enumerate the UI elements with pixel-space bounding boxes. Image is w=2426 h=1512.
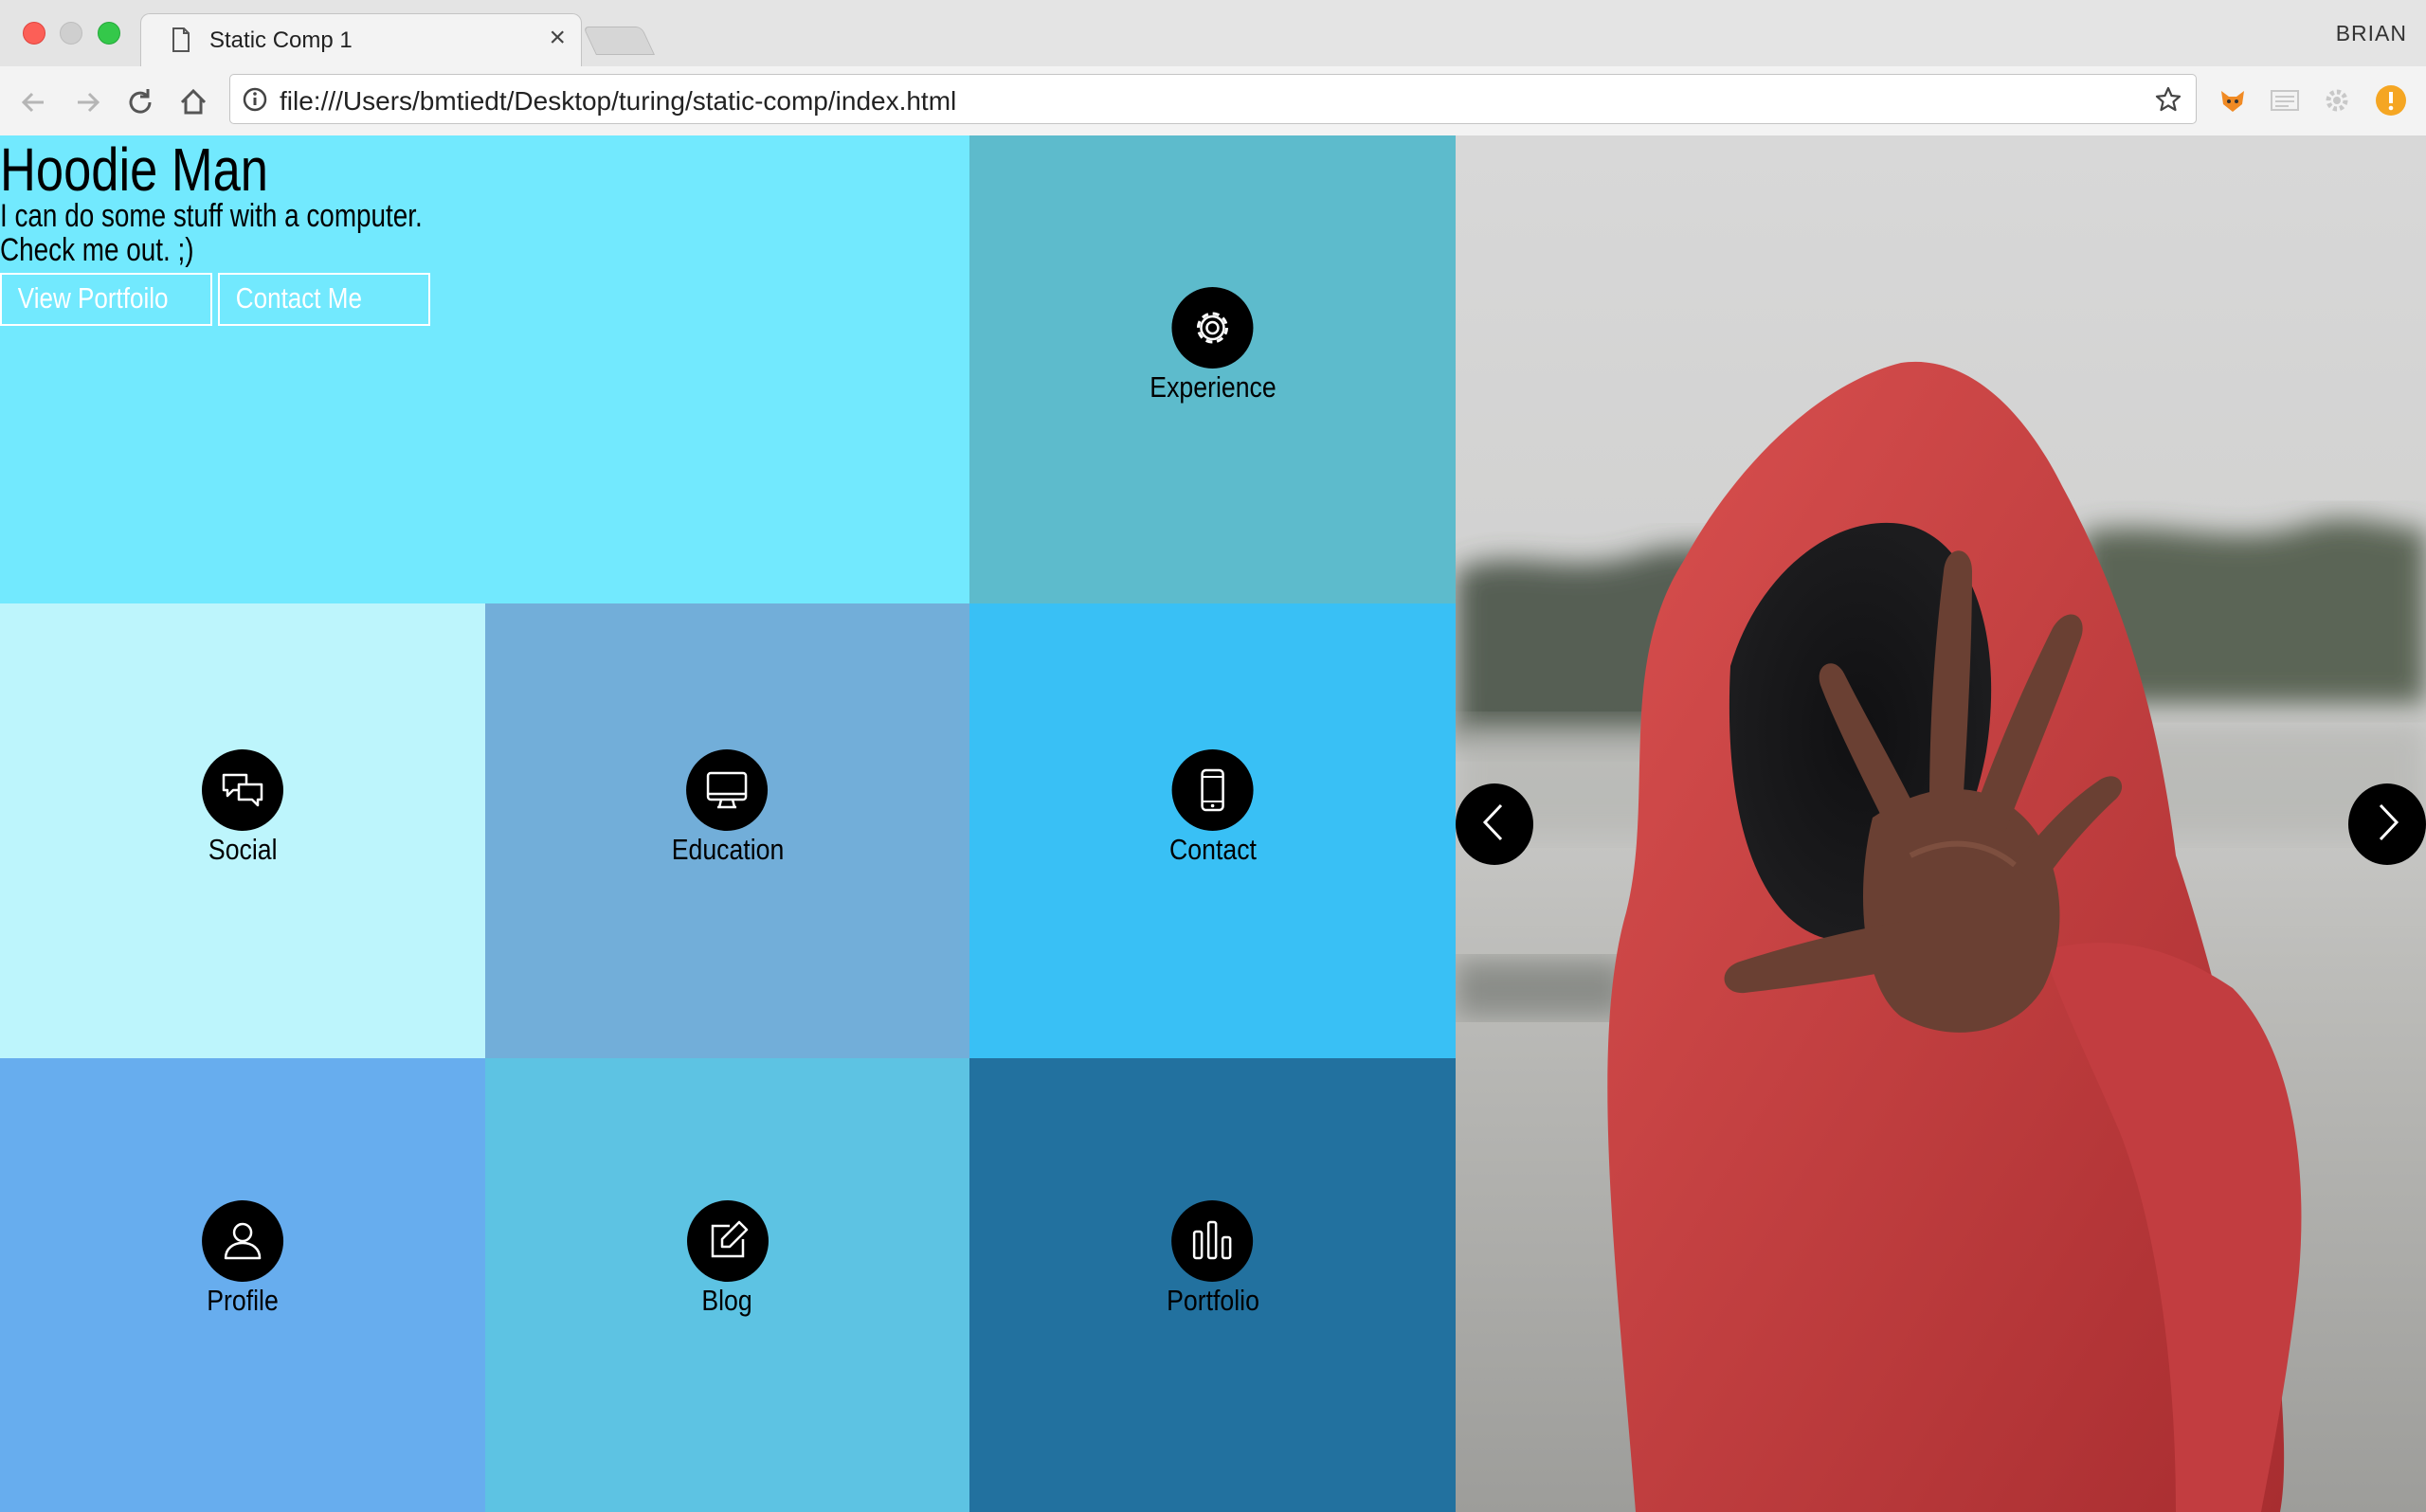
tile-experience[interactable]: Experience — [969, 135, 1456, 603]
phone-icon — [1171, 749, 1254, 831]
home-icon[interactable] — [174, 83, 212, 121]
hero-section: Hoodie Man I can do some stuff with a co… — [0, 135, 969, 603]
hoodie-photo — [1456, 135, 2426, 1512]
tile-portfolio[interactable]: Portfolio — [969, 1058, 1456, 1512]
user-icon — [202, 1200, 283, 1282]
browser-chrome: Static Comp 1 × BRIAN file:///Users/bmti… — [0, 0, 2426, 135]
view-portfolio-label: View Portfoilo — [17, 281, 169, 315]
chat-bubbles-icon — [202, 749, 283, 831]
address-bar[interactable]: file:///Users/bmtiedt/Desktop/turing/sta… — [229, 74, 2197, 124]
image-carousel — [1456, 135, 2426, 1512]
toolbar: file:///Users/bmtiedt/Desktop/turing/sta… — [0, 66, 2426, 135]
contact-me-label: Contact Me — [235, 281, 362, 315]
tile-social[interactable]: Social — [0, 603, 485, 1058]
back-icon[interactable] — [15, 83, 53, 121]
page-content: Hoodie Man I can do some stuff with a co… — [0, 135, 2426, 1512]
reader-extension-icon[interactable] — [2268, 83, 2302, 117]
bar-chart-icon — [1171, 1200, 1254, 1282]
forward-icon[interactable] — [68, 83, 106, 121]
tile-blog[interactable]: Blog — [485, 1058, 969, 1512]
gear-icon — [1171, 287, 1254, 369]
maximize-window-button[interactable] — [98, 22, 120, 45]
view-portfolio-button[interactable]: View Portfoilo — [0, 273, 212, 326]
tab-title: Static Comp 1 — [209, 27, 353, 53]
close-tab-icon[interactable]: × — [549, 24, 566, 52]
tab-static-comp[interactable]: Static Comp 1 × — [140, 13, 582, 68]
carousel-next-button[interactable] — [2348, 783, 2426, 865]
page-icon — [172, 27, 190, 57]
edit-icon — [686, 1200, 769, 1282]
reload-icon[interactable] — [121, 83, 159, 121]
url-text[interactable]: file:///Users/bmtiedt/Desktop/turing/sta… — [280, 86, 956, 117]
fox-extension-icon[interactable] — [2216, 83, 2250, 117]
tile-label-profile: Profile — [207, 1284, 279, 1317]
page-title: Hoodie Man — [0, 135, 268, 204]
tagline-line-1: I can do some stuff with a computer. — [0, 198, 423, 234]
profile-name[interactable]: BRIAN — [2336, 21, 2407, 46]
new-tab-button[interactable] — [583, 27, 655, 55]
tile-label-experience: Experience — [1149, 370, 1276, 404]
chevron-left-icon — [1476, 799, 1513, 851]
tile-contact[interactable]: Contact — [969, 603, 1456, 1058]
contact-me-button[interactable]: Contact Me — [218, 273, 430, 326]
carousel-prev-button[interactable] — [1456, 783, 1533, 865]
chevron-right-icon — [2368, 799, 2406, 851]
tab-strip: Static Comp 1 × BRIAN — [0, 0, 2426, 68]
alert-extension-icon[interactable] — [2374, 83, 2408, 117]
close-window-button[interactable] — [23, 22, 45, 45]
minimize-window-button[interactable] — [60, 22, 82, 45]
tile-profile[interactable]: Profile — [0, 1058, 485, 1512]
bookmark-star-icon[interactable] — [2154, 85, 2182, 118]
tile-label-social: Social — [208, 833, 278, 866]
tile-label-blog: Blog — [701, 1284, 753, 1317]
monitor-icon — [686, 749, 769, 831]
tile-label-education: Education — [671, 833, 784, 866]
tagline-line-2: Check me out. ;) — [0, 232, 194, 268]
info-icon[interactable] — [242, 86, 268, 117]
settings-extension-icon[interactable] — [2320, 83, 2354, 117]
tile-label-portfolio: Portfolio — [1166, 1284, 1259, 1317]
tile-education[interactable]: Education — [485, 603, 969, 1058]
tile-label-contact: Contact — [1168, 833, 1257, 866]
